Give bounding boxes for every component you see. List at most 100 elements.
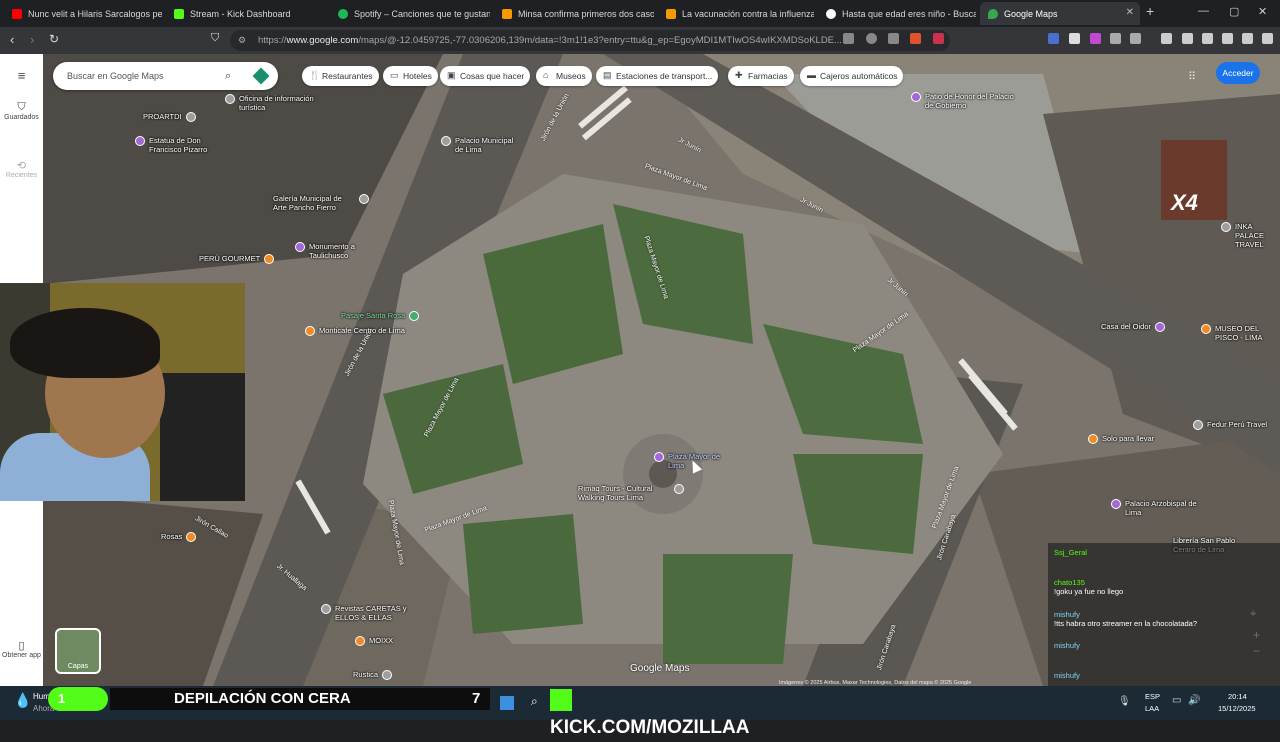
maximize-button[interactable]: ▢ bbox=[1229, 5, 1239, 18]
puzzle-icon[interactable] bbox=[1110, 33, 1121, 44]
chip-things-to-do[interactable]: ▣ Cosas que hacer bbox=[440, 66, 531, 86]
back-icon[interactable]: ‹ bbox=[10, 32, 14, 47]
close-window-button[interactable]: ✕ bbox=[1258, 5, 1267, 18]
taskbar-search-icon[interactable]: ⌕ bbox=[531, 694, 538, 709]
map-poi[interactable]: Oficina de información turística bbox=[225, 94, 335, 112]
map-poi[interactable]: PERÚ GOURMET bbox=[199, 254, 278, 264]
layers-button[interactable]: Capas bbox=[55, 628, 101, 674]
tab-kick-dashboard[interactable]: Stream - Kick Dashboard bbox=[166, 2, 326, 25]
language-indicator[interactable]: ESP bbox=[1145, 692, 1160, 701]
wallet-icon[interactable] bbox=[1202, 33, 1213, 44]
tab-minsa[interactable]: Minsa confirma primeros dos casos bbox=[494, 2, 654, 25]
search-box[interactable]: Buscar en Google Maps ⌕ bbox=[53, 62, 278, 90]
saved-button[interactable]: ⛉ Guardados bbox=[0, 101, 43, 121]
minimize-button[interactable]: — bbox=[1198, 5, 1209, 17]
extension-icon[interactable] bbox=[1090, 33, 1101, 44]
map-poi[interactable]: Rimaq Tours - Cultural Walking Tours Lim… bbox=[578, 484, 688, 502]
bookmark-icon[interactable]: ⛉ bbox=[211, 32, 219, 45]
map-poi[interactable]: Patio de Honor del Palacio de Gobierno bbox=[911, 92, 1021, 110]
install-icon[interactable] bbox=[843, 33, 854, 44]
map-poi[interactable]: MUSEO DEL PISCO - LIMA bbox=[1201, 324, 1280, 342]
chip-museums[interactable]: ⌂ Museos bbox=[536, 66, 592, 86]
map-poi[interactable]: Estatua de Don Francisco Pizarro bbox=[135, 136, 225, 154]
language-sub: LAA bbox=[1145, 704, 1160, 713]
restaurant-icon bbox=[264, 254, 275, 264]
forward-icon[interactable]: › bbox=[30, 32, 34, 47]
travel-icon bbox=[1221, 222, 1231, 232]
tab-youtube[interactable]: Nunc velit a Hilaris Sarcalogos per bbox=[4, 2, 162, 25]
screenshot-icon[interactable] bbox=[1130, 33, 1141, 44]
new-tab-button[interactable]: + bbox=[1146, 3, 1154, 19]
chip-restaurants[interactable]: 🍴 Restaurantes bbox=[302, 66, 379, 86]
clock-date: 15/12/2025 bbox=[1218, 704, 1256, 713]
volume-icon[interactable]: 🔊 bbox=[1188, 695, 1200, 706]
building-icon bbox=[441, 136, 451, 146]
map-poi[interactable]: Fedur Perú Travel bbox=[1193, 420, 1267, 430]
reload-icon[interactable]: ↻ bbox=[49, 32, 59, 46]
map-poi[interactable]: Palacio Arzobispal de Lima bbox=[1111, 499, 1201, 517]
translate-icon[interactable] bbox=[1048, 33, 1059, 44]
tab-spotify[interactable]: Spotify – Canciones que te gustan bbox=[330, 2, 490, 25]
museum-icon: ⌂ bbox=[543, 70, 549, 80]
hamburger-icon[interactable]: ≡ bbox=[0, 68, 43, 83]
travel-icon bbox=[1193, 420, 1203, 430]
url-field[interactable]: https://www.google.com/maps/@-12.0459725… bbox=[230, 30, 950, 51]
landmark-icon bbox=[1111, 499, 1121, 509]
chip-pharmacies[interactable]: ✚ Farmacias bbox=[728, 66, 794, 86]
chat-message: chato135 !goku ya fue no llego bbox=[1054, 578, 1124, 596]
map-poi[interactable]: MOIXX bbox=[355, 636, 393, 646]
pharmacy-icon: ✚ bbox=[735, 70, 743, 80]
history-icon: ⟲ bbox=[16, 160, 27, 172]
map-poi[interactable]: Revistas CARETAS y ELLOS & ELLAS bbox=[321, 604, 411, 622]
map-poi[interactable]: Monumento a Taulichusco bbox=[295, 242, 375, 260]
tab-google-search[interactable]: Hasta que edad eres niño - Buscar bbox=[818, 2, 976, 25]
extension-icon[interactable] bbox=[1069, 33, 1080, 44]
chip-atms[interactable]: ▬ Cajeros automáticos bbox=[800, 66, 904, 86]
browser-tab-bar: Nunc velit a Hilaris Sarcalogos per Stre… bbox=[0, 0, 1280, 27]
close-tab-icon[interactable]: ✕ bbox=[1126, 7, 1134, 18]
zoom-icon[interactable] bbox=[866, 33, 877, 44]
map-poi[interactable]: INKA PALACE TRAVEL bbox=[1221, 222, 1280, 249]
tab-google-maps[interactable]: Google Maps ✕ bbox=[980, 2, 1140, 25]
bookmark-icon: ⛉ bbox=[17, 101, 26, 113]
ai-icon[interactable] bbox=[1222, 33, 1233, 44]
tab-influenza[interactable]: La vacunación contra la influenza A bbox=[658, 2, 814, 25]
map-poi[interactable]: Rustica bbox=[353, 670, 396, 680]
media-icon[interactable] bbox=[1161, 33, 1172, 44]
map-poi[interactable]: Galería Municipal de Arte Pancho Fierro bbox=[273, 194, 373, 212]
sidebar-icon[interactable] bbox=[1182, 33, 1193, 44]
chip-transit[interactable]: ▤ Estaciones de transport... bbox=[596, 66, 719, 86]
brave-shield-icon[interactable] bbox=[910, 33, 921, 44]
clock-time: 20:14 bbox=[1228, 692, 1247, 701]
chip-hotels[interactable]: ▭ Hoteles bbox=[383, 66, 438, 86]
vpn-icon[interactable] bbox=[1242, 33, 1253, 44]
get-app-button[interactable]: ▯ Obtener app bbox=[0, 639, 43, 659]
network-icon[interactable]: ▭ bbox=[1172, 695, 1181, 706]
recent-button[interactable]: ⟲ Recientes bbox=[0, 159, 43, 179]
menu-icon[interactable] bbox=[1262, 33, 1273, 44]
directions-icon[interactable] bbox=[252, 67, 270, 85]
map-poi[interactable]: Rosas bbox=[161, 532, 200, 542]
map-poi[interactable]: Solo para llevar bbox=[1088, 434, 1154, 444]
maps-pin-icon bbox=[988, 8, 998, 19]
kick-logo-icon bbox=[550, 688, 572, 711]
map-poi[interactable]: Palacio Municipal de Lima bbox=[441, 136, 521, 154]
chat-message: Ssj_Geral bbox=[1054, 548, 1087, 557]
windows-start-icon[interactable] bbox=[500, 696, 514, 710]
map-poi[interactable]: Monticafe Centro de Lima bbox=[305, 326, 405, 336]
weather-icon[interactable]: 💧 bbox=[14, 692, 31, 709]
search-icon[interactable]: ⌕ bbox=[225, 62, 231, 90]
rewards-icon[interactable] bbox=[933, 33, 944, 44]
mic-icon[interactable]: 🎙 bbox=[1118, 696, 1131, 707]
apps-grid-icon[interactable]: ⠿ bbox=[1188, 70, 1196, 83]
share-icon[interactable] bbox=[888, 33, 899, 44]
landmark-icon bbox=[911, 92, 921, 102]
sign-in-button[interactable]: Acceder bbox=[1216, 62, 1260, 84]
map-poi[interactable]: Pasaje Santa Rosa bbox=[341, 311, 423, 321]
atm-icon: ▬ bbox=[807, 70, 816, 80]
map-poi[interactable]: Casa del Oidor bbox=[1101, 322, 1169, 332]
kick-url-banner: KICK.COM/MOZILLAA bbox=[550, 686, 760, 738]
map-poi[interactable]: PROARTDI bbox=[143, 112, 200, 122]
stream-badge: 1 bbox=[48, 687, 108, 711]
site-settings-icon[interactable]: ⚙ bbox=[238, 35, 248, 45]
